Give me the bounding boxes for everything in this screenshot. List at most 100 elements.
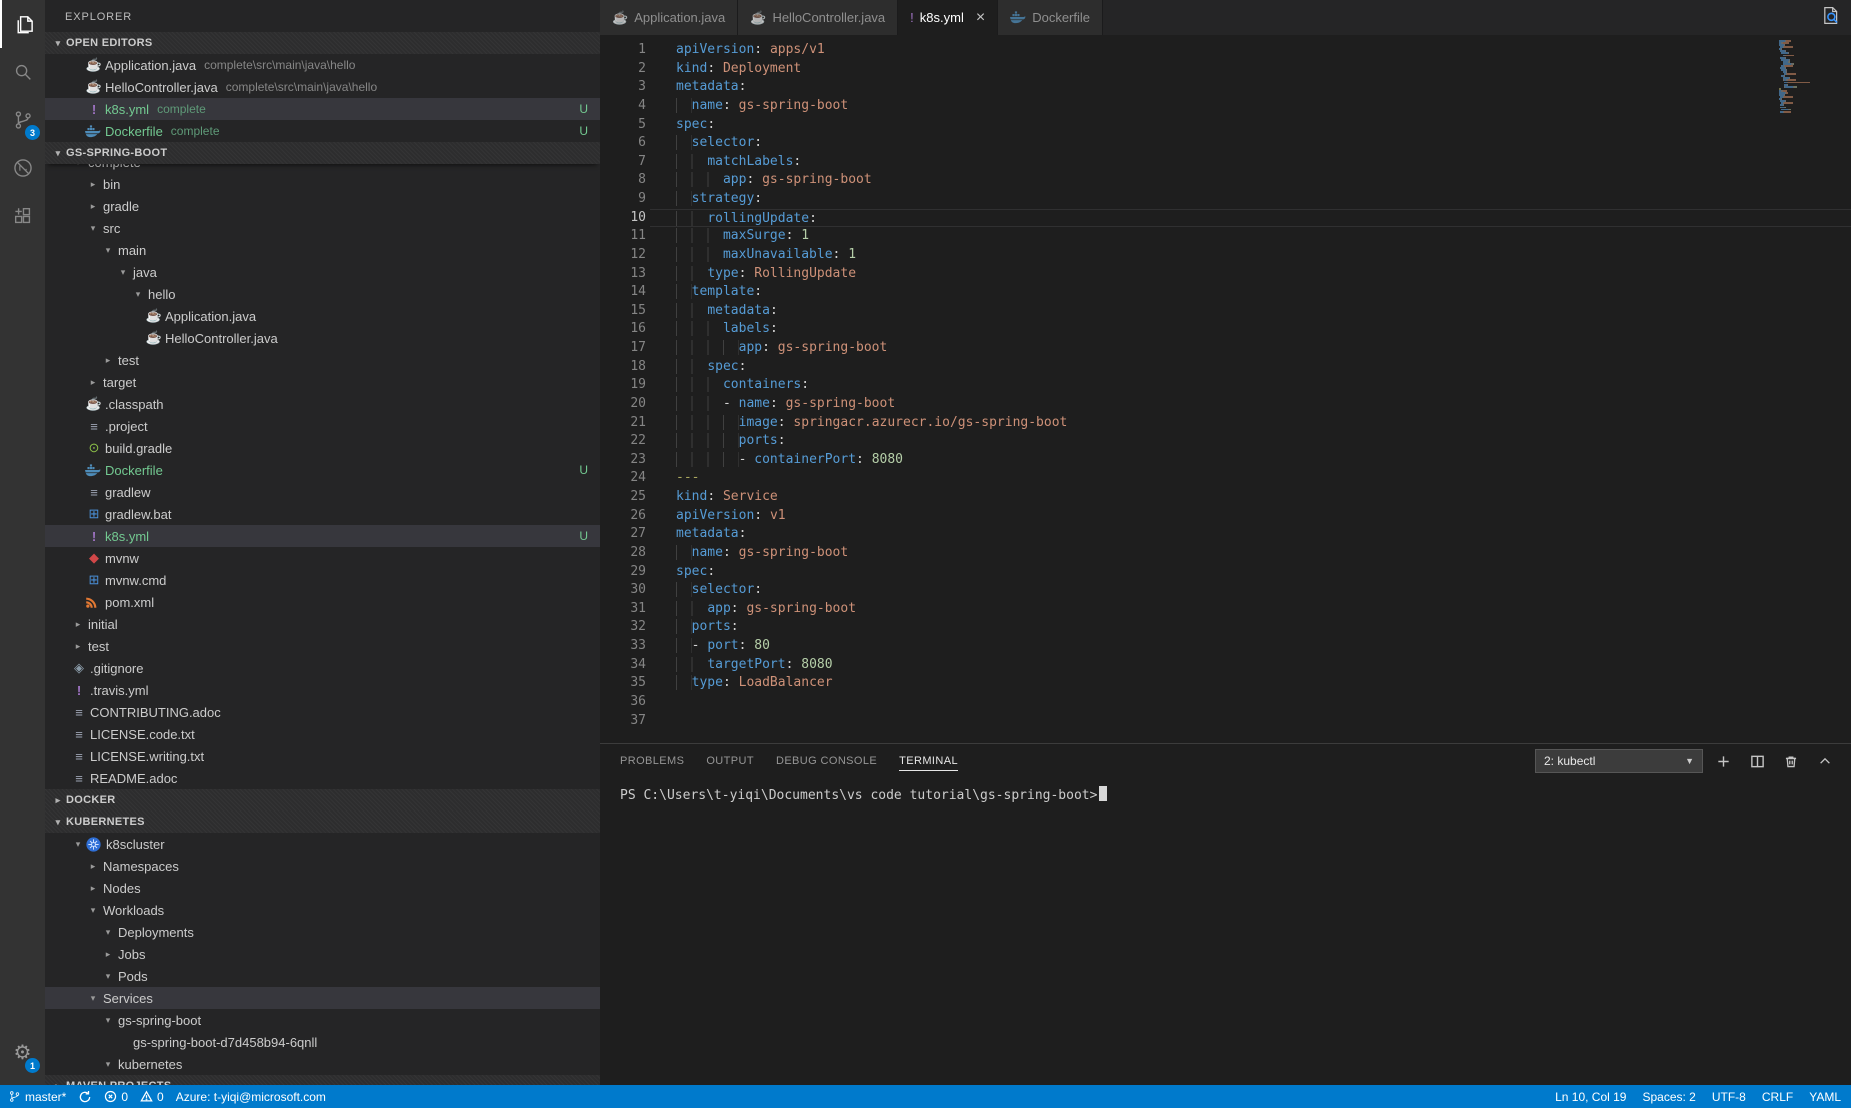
- sidebar-item-gradlew[interactable]: ≡gradlew: [45, 481, 600, 503]
- close-tab-button[interactable]: ×: [976, 10, 985, 26]
- activity-explorer-button[interactable]: [0, 0, 45, 48]
- code-line[interactable]: 13 type: RollingUpdate: [600, 265, 1851, 284]
- code-line[interactable]: 4 name: gs-spring-boot: [600, 97, 1851, 116]
- code-line[interactable]: 6 selector:: [600, 134, 1851, 153]
- sidebar-item-dockerfile[interactable]: DockerfileU: [45, 459, 600, 481]
- status-azure-account[interactable]: Azure: t-yiqi@microsoft.com: [176, 1090, 326, 1104]
- status-warnings[interactable]: 0: [140, 1090, 164, 1104]
- section-header-gs-spring-boot[interactable]: ▾GS-SPRING-BOOT: [45, 142, 600, 164]
- code-line[interactable]: 26apiVersion: v1: [600, 507, 1851, 526]
- code-line[interactable]: 27metadata:: [600, 525, 1851, 544]
- status-sync[interactable]: [78, 1090, 92, 1104]
- sidebar-item-contributing-adoc[interactable]: ≡CONTRIBUTING.adoc: [45, 701, 600, 723]
- sidebar-item-mvnw[interactable]: ◆mvnw: [45, 547, 600, 569]
- section-header-maven-projects[interactable]: ▸MAVEN PROJECTS: [45, 1075, 600, 1085]
- sidebar-item-application-java[interactable]: ☕Application.javacomplete\src\main\java\…: [45, 54, 600, 76]
- sidebar-item-readme-adoc[interactable]: ≡README.adoc: [45, 767, 600, 789]
- activity-source-control-button[interactable]: 3: [0, 96, 45, 144]
- sidebar-item-license-code-txt[interactable]: ≡LICENSE.code.txt: [45, 723, 600, 745]
- activity-debug-button[interactable]: [0, 144, 45, 192]
- sidebar-item-namespaces[interactable]: ▸Namespaces: [45, 855, 600, 877]
- panel-tab-problems[interactable]: PROBLEMS: [620, 751, 684, 771]
- sidebar-item-services[interactable]: ▾Services: [45, 987, 600, 1009]
- status-language-mode[interactable]: YAML: [1809, 1090, 1841, 1104]
- status-git-branch[interactable]: master*: [8, 1090, 66, 1104]
- sidebar-item-classpath[interactable]: ☕.classpath: [45, 393, 600, 415]
- section-header-kubernetes[interactable]: ▾KUBERNETES: [45, 811, 600, 833]
- code-line[interactable]: 28 name: gs-spring-boot: [600, 544, 1851, 563]
- code-line[interactable]: 11 maxSurge: 1: [600, 227, 1851, 246]
- terminal-output[interactable]: PS C:\Users\t-yiqi\Documents\vs code tut…: [600, 778, 1851, 803]
- code-line[interactable]: 15 metadata:: [600, 302, 1851, 321]
- code-line[interactable]: 2kind: Deployment: [600, 60, 1851, 79]
- sidebar-item-workloads[interactable]: ▾Workloads: [45, 899, 600, 921]
- tab-k8s-yml[interactable]: !k8s.yml×: [898, 0, 998, 35]
- kill-terminal-button[interactable]: [1777, 749, 1805, 773]
- minimap[interactable]: [1779, 40, 1837, 117]
- maximize-panel-button[interactable]: [1811, 749, 1839, 773]
- status-cursor-position[interactable]: Ln 10, Col 19: [1555, 1090, 1626, 1104]
- sidebar-item-bin[interactable]: ▸bin: [45, 173, 600, 195]
- code-line[interactable]: 25kind: Service: [600, 488, 1851, 507]
- sidebar-item-jobs[interactable]: ▸Jobs: [45, 943, 600, 965]
- sidebar-item-k8s-yml[interactable]: !k8s.ymlU: [45, 525, 600, 547]
- sidebar-item-application-java[interactable]: ☕Application.java: [45, 305, 600, 327]
- code-line[interactable]: 33 - port: 80: [600, 637, 1851, 656]
- sidebar-item-complete[interactable]: ▾complete: [45, 164, 600, 173]
- sidebar-item-gradle[interactable]: ▸gradle: [45, 195, 600, 217]
- code-line[interactable]: 29spec:: [600, 563, 1851, 582]
- code-line[interactable]: 17 app: gs-spring-boot: [600, 339, 1851, 358]
- code-line[interactable]: 22 ports:: [600, 432, 1851, 451]
- code-line[interactable]: 30 selector:: [600, 581, 1851, 600]
- code-line[interactable]: 18 spec:: [600, 358, 1851, 377]
- sidebar-item-main[interactable]: ▾main: [45, 239, 600, 261]
- sidebar-item-hello[interactable]: ▾hello: [45, 283, 600, 305]
- sidebar-item-project[interactable]: ≡.project: [45, 415, 600, 437]
- code-line[interactable]: 34 targetPort: 8080: [600, 656, 1851, 675]
- sidebar-item-pom-xml[interactable]: pom.xml: [45, 591, 600, 613]
- code-line[interactable]: 31 app: gs-spring-boot: [600, 600, 1851, 619]
- code-line[interactable]: 8 app: gs-spring-boot: [600, 171, 1851, 190]
- sidebar-item-hellocontroller-java[interactable]: ☕HelloController.javacomplete\src\main\j…: [45, 76, 600, 98]
- sidebar-item-travis-yml[interactable]: !.travis.yml: [45, 679, 600, 701]
- sidebar-item-gs-spring-boot-d7d458b94-6qnll[interactable]: gs-spring-boot-d7d458b94-6qnll: [45, 1031, 600, 1053]
- activity-extensions-button[interactable]: [0, 192, 45, 240]
- code-line[interactable]: 9 strategy:: [600, 190, 1851, 209]
- code-line[interactable]: 7 matchLabels:: [600, 153, 1851, 172]
- code-line[interactable]: 24---: [600, 469, 1851, 488]
- sidebar-item-src[interactable]: ▾src: [45, 217, 600, 239]
- terminal-selector[interactable]: 2: kubectl ▼: [1535, 749, 1703, 773]
- sidebar-item-k8s-yml[interactable]: !k8s.ymlcompleteU: [45, 98, 600, 120]
- tab-application-java[interactable]: ☕Application.java: [600, 0, 738, 35]
- code-line[interactable]: 14 template:: [600, 283, 1851, 302]
- sidebar-item-dockerfile[interactable]: DockerfilecompleteU: [45, 120, 600, 142]
- sidebar-item-java[interactable]: ▾java: [45, 261, 600, 283]
- sidebar-item-target[interactable]: ▸target: [45, 371, 600, 393]
- sidebar-item-deployments[interactable]: ▾Deployments: [45, 921, 600, 943]
- code-line[interactable]: 3metadata:: [600, 78, 1851, 97]
- status-indentation[interactable]: Spaces: 2: [1642, 1090, 1695, 1104]
- section-header-docker[interactable]: ▸DOCKER: [45, 789, 600, 811]
- sidebar-item-test[interactable]: ▸test: [45, 349, 600, 371]
- sidebar-item-kubernetes[interactable]: ▾kubernetes: [45, 1053, 600, 1075]
- status-eol[interactable]: CRLF: [1762, 1090, 1793, 1104]
- sidebar-tree[interactable]: ▾OPEN EDITORS☕Application.javacomplete\s…: [45, 32, 600, 1085]
- code-line[interactable]: 10 rollingUpdate:: [600, 209, 1851, 228]
- section-header-open-editors[interactable]: ▾OPEN EDITORS: [45, 32, 600, 54]
- status-errors[interactable]: 0: [104, 1090, 128, 1104]
- tab-hellocontroller-java[interactable]: ☕HelloController.java: [738, 0, 898, 35]
- sidebar-item-mvnw-cmd[interactable]: ⊞mvnw.cmd: [45, 569, 600, 591]
- panel-tab-terminal[interactable]: TERMINAL: [899, 751, 958, 771]
- panel-tab-debug-console[interactable]: DEBUG CONSOLE: [776, 751, 877, 771]
- tab-dockerfile[interactable]: Dockerfile: [998, 0, 1103, 35]
- sidebar-item-gs-spring-boot[interactable]: ▾gs-spring-boot: [45, 1009, 600, 1031]
- sidebar-item-build-gradle[interactable]: ⊙build.gradle: [45, 437, 600, 459]
- sidebar-item-test[interactable]: ▸test: [45, 635, 600, 657]
- new-terminal-button[interactable]: [1709, 749, 1737, 773]
- sidebar-item-pods[interactable]: ▾Pods: [45, 965, 600, 987]
- code-line[interactable]: 37: [600, 712, 1851, 731]
- sidebar-item-hellocontroller-java[interactable]: ☕HelloController.java: [45, 327, 600, 349]
- code-line[interactable]: 32 ports:: [600, 618, 1851, 637]
- sidebar-item-gitignore[interactable]: ◈.gitignore: [45, 657, 600, 679]
- sidebar-item-gradlew-bat[interactable]: ⊞gradlew.bat: [45, 503, 600, 525]
